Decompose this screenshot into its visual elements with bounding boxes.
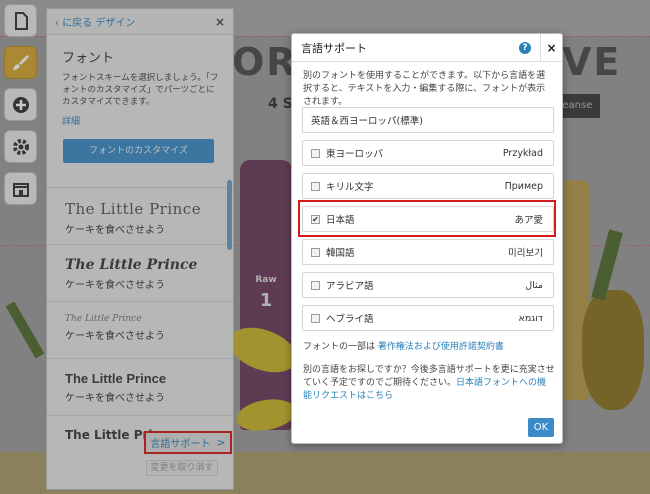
language-checkbox[interactable] <box>311 247 320 257</box>
dialog-title: 言語サポート <box>301 41 367 55</box>
language-name: キリル文字 <box>326 182 374 193</box>
language-checkbox[interactable] <box>311 280 320 290</box>
language-sample: דוגמא <box>518 312 544 324</box>
language-support-dialog: 言語サポート ? × 別のフォントを使用することができます。以下から言語を選択す… <box>291 33 563 444</box>
dialog-close-icon[interactable]: × <box>540 34 562 61</box>
language-option-western: 英語＆西ヨーロッパ(標準) <box>302 107 554 133</box>
japanese-option-highlight <box>298 200 556 237</box>
language-sample: مثال <box>525 279 543 291</box>
dialog-header: 言語サポート ? × <box>292 34 562 62</box>
language-sample: 미리보기 <box>508 248 543 259</box>
license-note-prefix: フォントの一部は <box>303 342 376 352</box>
language-option-hebrew[interactable]: ヘブライ語 דוגמא <box>302 305 554 331</box>
language-sample: Пример <box>504 180 543 192</box>
ok-button[interactable]: OK <box>528 418 554 437</box>
more-languages-note: 別の言語をお探しですか？今後多言語サポートを更に充実させていく予定ですのでご期待… <box>303 364 555 403</box>
language-name: 英語＆西ヨーロッパ(標準) <box>311 116 423 127</box>
help-icon[interactable]: ? <box>519 41 531 54</box>
language-option-cyrillic[interactable]: キリル文字 Пример <box>302 173 554 199</box>
language-option-korean[interactable]: 韓国語 미리보기 <box>302 239 554 265</box>
language-checkbox[interactable] <box>311 181 320 191</box>
license-note: フォントの一部は 著作権法および使用許諾契約書 <box>303 339 504 352</box>
language-checkbox[interactable] <box>311 148 320 158</box>
language-name: 韓国語 <box>326 248 355 259</box>
license-link[interactable]: 著作権法および使用許諾契約書 <box>378 342 504 352</box>
language-name: アラビア語 <box>326 281 374 292</box>
language-sample: Przykład <box>502 147 543 159</box>
language-option-arabic[interactable]: アラビア語 مثال <box>302 272 554 298</box>
dialog-description: 別のフォントを使用することができます。以下から言語を選択すると、テキストを入力・… <box>303 71 546 107</box>
language-name: 東ヨーロッパ <box>326 149 384 160</box>
language-option-eastern-europe[interactable]: 東ヨーロッパ Przykład <box>302 140 554 166</box>
language-name: ヘブライ語 <box>326 314 374 325</box>
language-checkbox[interactable] <box>311 313 320 323</box>
